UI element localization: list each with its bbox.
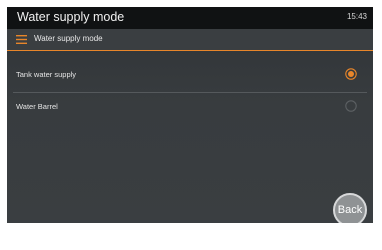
- section-header: Water supply mode: [7, 29, 373, 51]
- radio-selected-icon[interactable]: [345, 68, 357, 80]
- window-title: Water supply mode: [17, 10, 125, 24]
- hamburger-menu-icon[interactable]: [16, 35, 27, 44]
- option-tank-water-supply[interactable]: Tank water supply: [7, 60, 373, 90]
- option-label: Tank water supply: [16, 70, 77, 79]
- water-supply-screen: Water supply mode 15:43 Water supply mod…: [7, 7, 373, 223]
- option-water-barrel[interactable]: Water Barrel: [7, 92, 373, 122]
- clock: 15:43: [346, 12, 367, 21]
- radio-unselected-icon[interactable]: [345, 100, 357, 112]
- section-header-label: Water supply mode: [34, 34, 103, 43]
- back-button[interactable]: Back: [333, 193, 367, 223]
- option-label: Water Barrel: [16, 102, 58, 111]
- title-bar: Water supply mode 15:43: [7, 7, 373, 29]
